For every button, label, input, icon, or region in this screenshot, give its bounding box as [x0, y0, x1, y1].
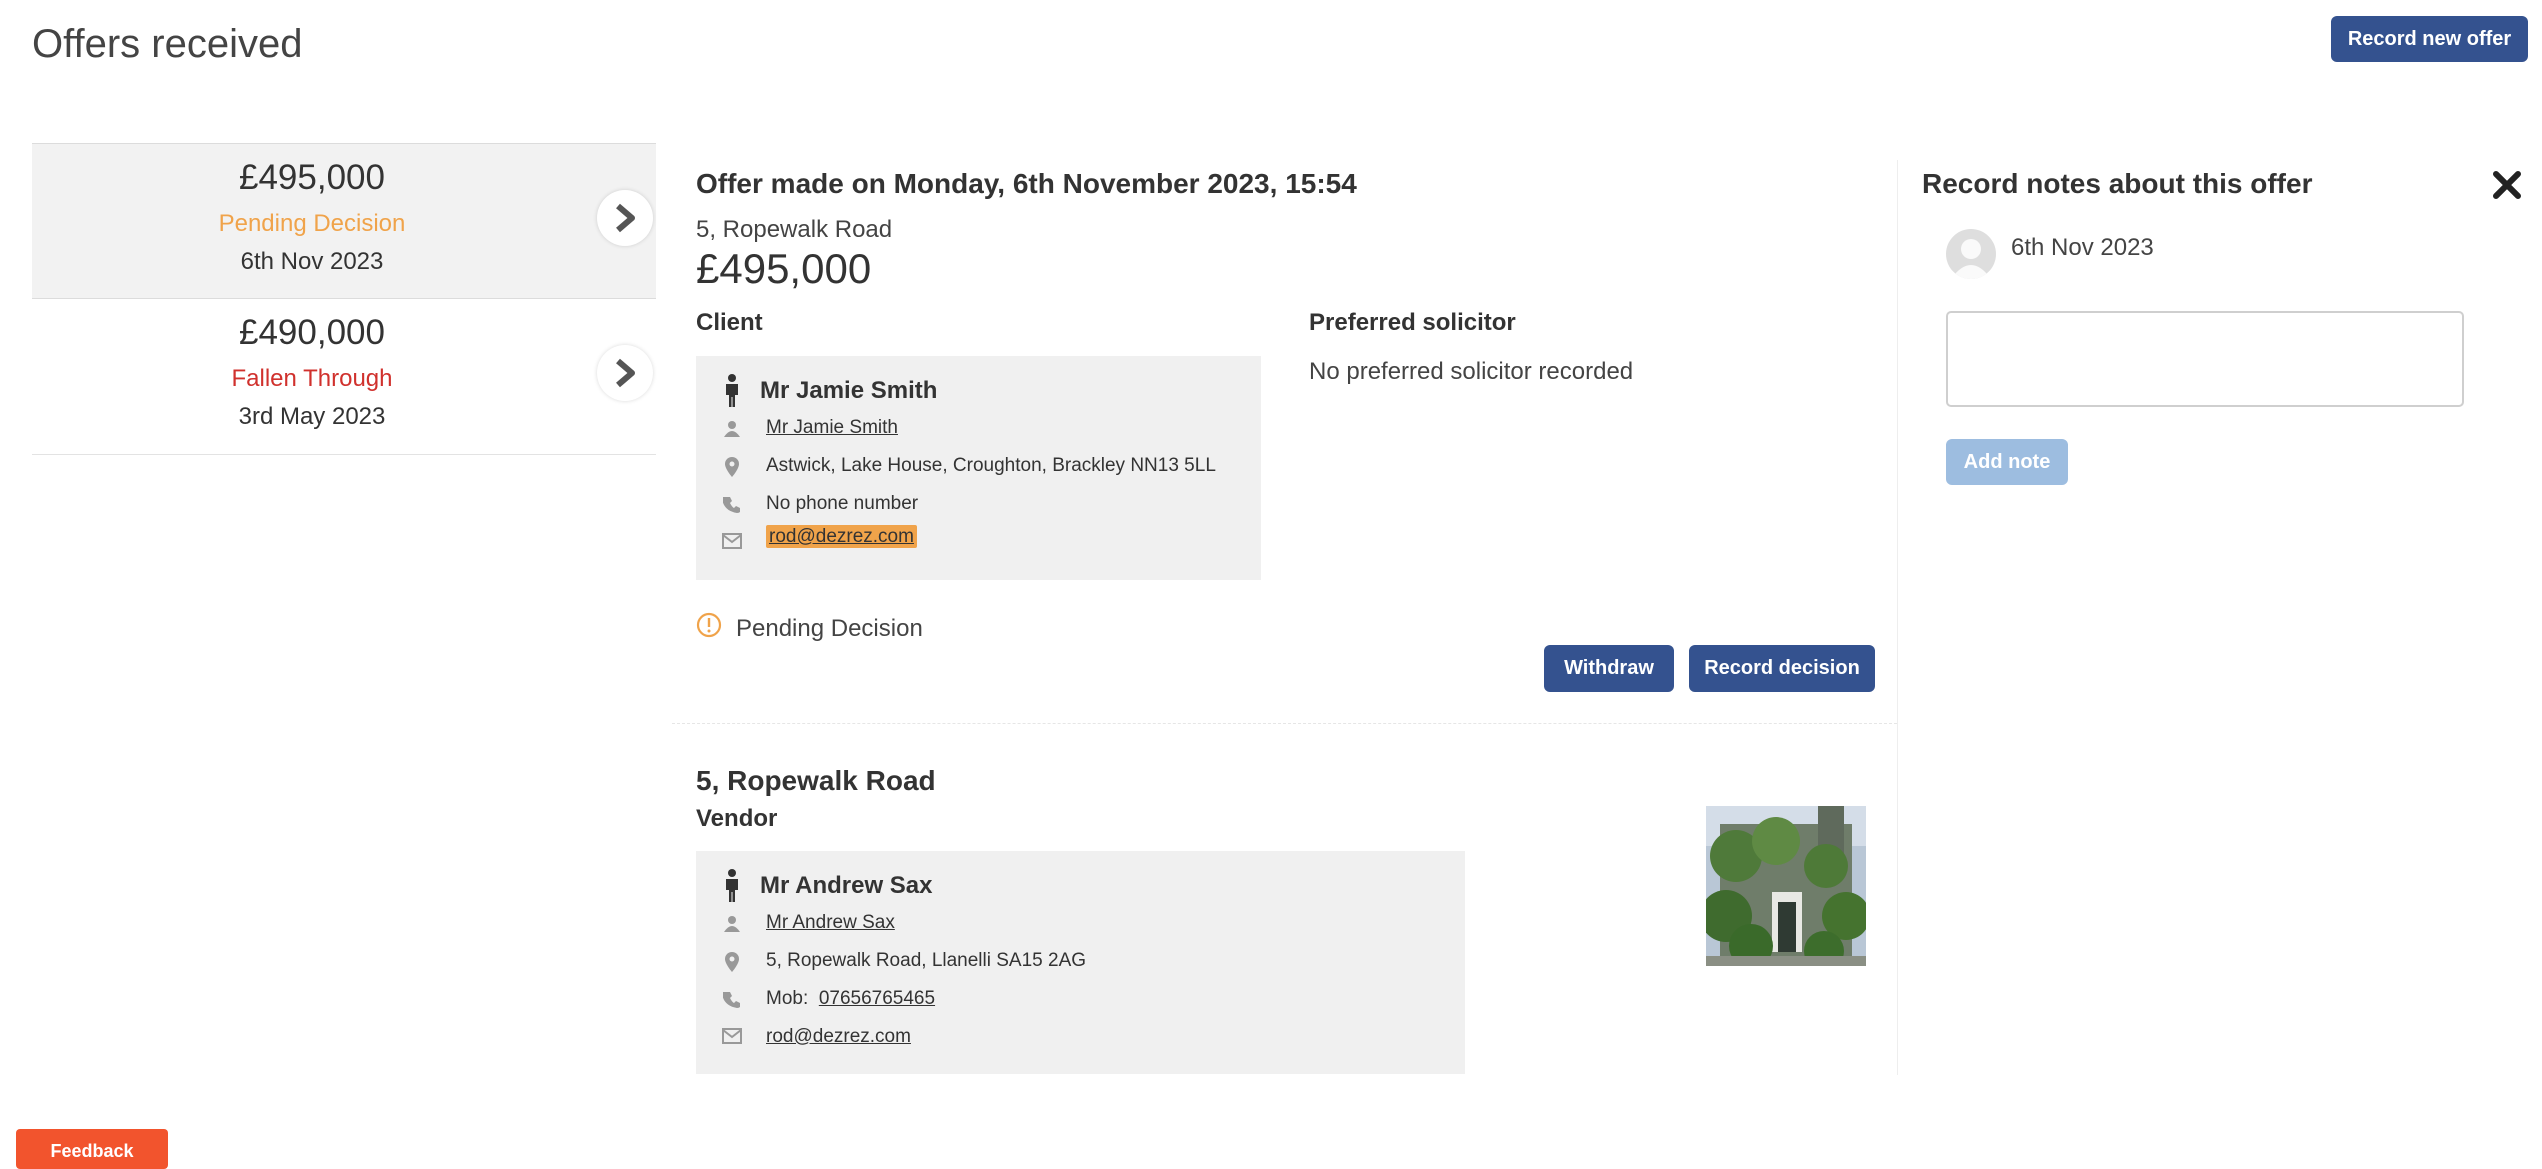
offer-list-item[interactable]: £490,000 Fallen Through 3rd May 2023	[32, 299, 656, 455]
record-decision-button[interactable]: Record decision	[1689, 645, 1875, 692]
avatar	[1946, 229, 1996, 279]
offer-detail-title: Offer made on Monday, 6th November 2023,…	[696, 168, 1357, 199]
client-name-link[interactable]: Mr Jamie Smith	[766, 417, 898, 438]
vendor-label: Vendor	[696, 805, 778, 832]
phone-icon	[718, 991, 746, 1009]
property-address-heading: 5, Ropewalk Road	[696, 765, 936, 796]
vendor-name-link[interactable]: Mr Andrew Sax	[766, 912, 895, 933]
offer-date: 6th Nov 2023	[240, 248, 384, 275]
record-new-offer-button[interactable]: Record new offer	[2331, 16, 2528, 62]
withdraw-button[interactable]: Withdraw	[1544, 645, 1674, 692]
person-icon	[718, 374, 746, 408]
client-email-link[interactable]: rod@dezrez.com	[766, 525, 917, 548]
user-icon	[718, 915, 746, 933]
chevron-right-icon[interactable]	[597, 345, 653, 401]
user-icon	[718, 420, 746, 438]
envelope-icon	[718, 533, 746, 549]
location-pin-icon	[718, 952, 746, 972]
client-label: Client	[696, 309, 763, 336]
vendor-phone-prefix: Mob:	[766, 988, 809, 1009]
client-card: Mr Jamie Smith Mr Jamie Smith Astwick, L…	[696, 356, 1261, 580]
offer-status: Pending Decision	[218, 210, 406, 237]
client-name: Mr Jamie Smith	[760, 377, 938, 404]
vendor-address: 5, Ropewalk Road, Llanelli SA15 2AG	[766, 950, 1087, 971]
preferred-solicitor-value: No preferred solicitor recorded	[1309, 358, 1634, 385]
offer-status: Fallen Through	[231, 365, 393, 392]
divider	[1897, 160, 1898, 1075]
vendor-card: Mr Andrew Sax Mr Andrew Sax 5, Ropewalk …	[696, 851, 1465, 1074]
divider	[672, 723, 1897, 724]
vendor-phone-link[interactable]: 07656765465	[819, 988, 935, 1009]
chevron-right-icon[interactable]	[597, 190, 653, 246]
feedback-tab[interactable]: Feedback	[16, 1129, 168, 1169]
envelope-icon	[718, 1028, 746, 1044]
person-icon	[718, 869, 746, 903]
page-title: Offers received	[32, 22, 303, 66]
vendor-email-link[interactable]: rod@dezrez.com	[766, 1026, 911, 1047]
alert-circle-icon	[696, 612, 722, 645]
add-note-button[interactable]: Add note	[1946, 439, 2068, 485]
note-date: 6th Nov 2023	[2011, 234, 2154, 261]
offer-status-text: Pending Decision	[736, 614, 923, 642]
client-address: Astwick, Lake House, Croughton, Brackley…	[766, 455, 1216, 476]
offer-property-address: 5, Ropewalk Road	[696, 216, 893, 243]
offer-amount: £495,000	[239, 158, 385, 197]
preferred-solicitor-label: Preferred solicitor	[1309, 309, 1516, 336]
note-input[interactable]	[1946, 311, 2464, 407]
close-icon[interactable]	[2490, 168, 2524, 202]
vendor-name: Mr Andrew Sax	[760, 872, 933, 899]
offer-amount: £490,000	[239, 313, 385, 352]
offer-list: £495,000 Pending Decision 6th Nov 2023 £…	[32, 143, 656, 455]
notes-title: Record notes about this offer	[1922, 168, 2313, 199]
location-pin-icon	[718, 457, 746, 477]
property-photo[interactable]	[1706, 806, 1866, 966]
offer-date: 3rd May 2023	[238, 403, 386, 430]
offer-status-line: Pending Decision	[696, 612, 923, 645]
phone-icon	[718, 496, 746, 514]
offer-detail-amount: £495,000	[696, 245, 872, 292]
offer-list-item[interactable]: £495,000 Pending Decision 6th Nov 2023	[32, 143, 656, 299]
client-phone: No phone number	[766, 493, 919, 514]
